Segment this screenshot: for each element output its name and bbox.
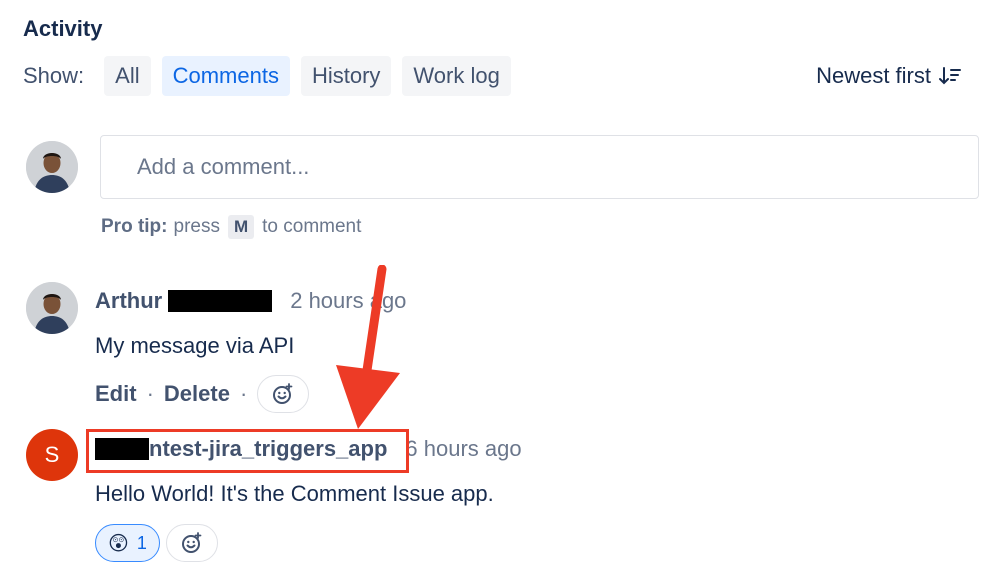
add-reaction-icon xyxy=(273,383,293,404)
add-reaction-button[interactable] xyxy=(165,524,218,562)
comment-actions: Edit · Delete · xyxy=(95,374,310,414)
add-comment-input[interactable] xyxy=(135,153,939,181)
comment-author-avatar[interactable] xyxy=(26,282,78,334)
separator-dot: · xyxy=(239,381,248,406)
add-reaction-button[interactable] xyxy=(257,375,310,413)
user-photo-icon xyxy=(26,282,78,334)
comment-body: Hello World! It's the Comment Issue app. xyxy=(95,481,494,506)
reaction-chip[interactable]: 😲 1 xyxy=(95,524,160,562)
activity-panel: Activity Show: All Comments History Work… xyxy=(0,0,999,576)
reaction-count: 1 xyxy=(136,532,147,553)
pro-tip-label: Pro tip: xyxy=(101,216,168,237)
redaction-bar xyxy=(168,290,273,312)
sort-order-button[interactable]: Newest first xyxy=(816,56,961,96)
pro-tip-press: press xyxy=(173,216,220,237)
show-label: Show: xyxy=(23,63,85,88)
annotation-highlight-box xyxy=(86,429,409,473)
filter-worklog-button[interactable]: Work log xyxy=(402,56,511,96)
comment-timestamp[interactable]: 6 hours ago xyxy=(405,436,521,462)
add-reaction-icon xyxy=(181,532,202,553)
pro-tip: Pro tip: press M to comment xyxy=(101,214,361,240)
separator-dot: · xyxy=(146,381,154,406)
edit-comment-button[interactable]: Edit xyxy=(95,381,137,407)
sort-descending-icon xyxy=(939,66,961,86)
sort-order-label: Newest first xyxy=(816,63,931,88)
comment-body: My message via API xyxy=(95,333,295,358)
pro-tip-key: M xyxy=(227,215,255,239)
app-avatar[interactable]: S xyxy=(26,429,78,481)
filter-history-button[interactable]: History xyxy=(300,56,392,96)
comment-composer[interactable] xyxy=(100,135,979,199)
filter-all-button[interactable]: All xyxy=(104,56,151,96)
current-user-avatar xyxy=(26,141,78,193)
activity-filter-bar: Show: All Comments History Work log xyxy=(23,56,522,96)
delete-comment-button[interactable]: Delete xyxy=(164,381,230,407)
comment-author-name[interactable]: Arthur xyxy=(95,288,162,314)
annotation-arrow-icon xyxy=(336,265,400,429)
astonished-face-icon: 😲 xyxy=(108,532,129,555)
pro-tip-suffix: to comment xyxy=(262,216,362,237)
user-photo-icon xyxy=(26,141,78,193)
comment-reactions: 😲 1 xyxy=(95,523,218,563)
filter-comments-button[interactable]: Comments xyxy=(161,56,290,96)
activity-heading: Activity xyxy=(23,16,103,41)
